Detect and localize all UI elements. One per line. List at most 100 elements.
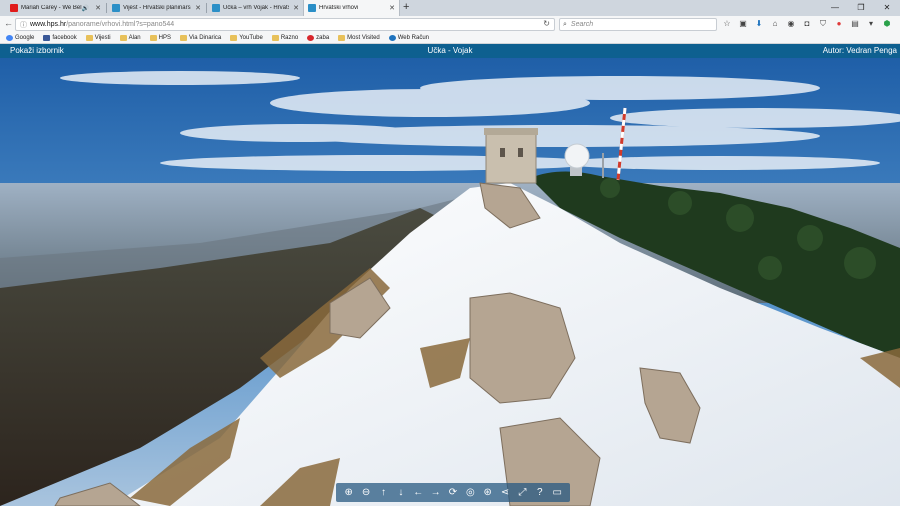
minimize-icon[interactable]: — xyxy=(822,0,848,16)
zoom-in-icon[interactable]: ⊕ xyxy=(342,486,355,499)
bookmark-vijesti[interactable]: Vijesti xyxy=(85,34,111,41)
bookmark-label: Razno xyxy=(280,34,299,41)
autorotate-icon[interactable]: ⟳ xyxy=(446,486,459,499)
folder-icon xyxy=(338,34,346,41)
gyro-icon[interactable]: ◎ xyxy=(464,486,477,499)
navigation-bar: ← ⓘ www.hps.hr /panorame/vrhovi.html?s=p… xyxy=(0,16,900,32)
help-icon[interactable]: ? xyxy=(533,486,546,499)
color-extension-icon[interactable]: ● xyxy=(834,18,844,29)
arrow-down-icon[interactable]: ↓ xyxy=(394,486,407,499)
bookmark-star-icon[interactable]: ☆ xyxy=(722,18,732,29)
shield-icon[interactable]: ⛉ xyxy=(818,18,828,29)
fullscreen-icon[interactable]: ⤢ xyxy=(516,486,529,499)
close-window-icon[interactable]: ✕ xyxy=(874,0,900,16)
search-input[interactable]: ⌕ Search xyxy=(559,18,717,31)
speaker-icon[interactable]: 🔊 xyxy=(82,5,89,12)
extension-icon[interactable]: ◉ xyxy=(786,18,796,29)
reload-icon[interactable]: ↻ xyxy=(543,19,550,28)
info-icon[interactable]: ⓘ xyxy=(20,20,27,30)
google-icon xyxy=(6,34,13,41)
tab-title: Učka – vrh Vojak - Hrvatsk... xyxy=(223,5,289,11)
bookmark-youtube[interactable]: YouTube xyxy=(230,34,263,41)
arrow-left-icon[interactable]: ← xyxy=(412,486,425,499)
panorama-header: Pokaži izbornik Učka - Vojak Autor: Vedr… xyxy=(0,44,900,58)
facebook-icon xyxy=(43,34,51,41)
author-label: Autor: Vedran Penga xyxy=(822,46,897,55)
folder-icon xyxy=(119,34,127,41)
bookmark-web-racun[interactable]: Web Račun xyxy=(388,34,429,41)
folder-icon xyxy=(271,34,279,41)
folder-icon xyxy=(149,34,157,41)
clipboard-icon[interactable]: ▣ xyxy=(738,18,748,29)
maximize-icon[interactable]: ❐ xyxy=(848,0,874,16)
document-icon[interactable]: ▤ xyxy=(850,18,860,29)
tab-1[interactable]: Mariah Carey - We Bel... 🔊 ✕ xyxy=(6,0,105,16)
bookmark-label: zaba xyxy=(316,34,330,41)
tab-title: Hrvatski vrhovi xyxy=(319,5,359,11)
bookmark-alan[interactable]: Alan xyxy=(119,34,141,41)
tab-strip: Mariah Carey - We Bel... 🔊 ✕ Vijest - Hr… xyxy=(0,0,900,16)
search-placeholder: Search xyxy=(570,21,594,28)
url-path: /panorame/vrhovi.html?s=pano544 xyxy=(66,21,175,28)
close-icon[interactable]: ✕ xyxy=(289,4,303,12)
bookmark-label: Web Račun xyxy=(397,34,429,41)
tab-divider xyxy=(206,3,207,13)
hps-icon xyxy=(212,4,220,12)
web-racun-icon xyxy=(388,34,396,41)
tab-title: Mariah Carey - We Bel... xyxy=(21,5,82,11)
url-domain: www.hps.hr xyxy=(30,21,67,28)
bookmark-facebook[interactable]: facebook xyxy=(43,34,77,41)
tab-4-active[interactable]: Hrvatski vrhovi ✕ xyxy=(303,0,400,16)
close-icon[interactable]: ✕ xyxy=(91,4,105,12)
panorama-image[interactable] xyxy=(0,58,900,506)
tab-3[interactable]: Učka – vrh Vojak - Hrvatsk... ✕ xyxy=(208,0,303,16)
toolbar-icons: ☆ ▣ ⬇ ⌂ ◉ ◘ ⛉ ● ▤ ▾ ⬢ ≡ xyxy=(722,18,900,29)
folder-icon xyxy=(85,34,93,41)
tab-title: Vijest - Hrvatski planinarsk... xyxy=(123,5,192,11)
back-icon[interactable]: ← xyxy=(4,18,13,28)
close-icon[interactable]: ✕ xyxy=(191,4,205,12)
adblock-icon[interactable]: ⬢ xyxy=(882,18,892,29)
bookmarks-bar: Google facebook Vijesti Alan HPS Via Din… xyxy=(0,32,900,44)
panorama-controls: ⊕ ⊖ ↑ ↓ ← → ⟳ ◎ ⊛ ⋖ ⤢ ? ▭ xyxy=(336,483,570,502)
home-icon[interactable]: ⌂ xyxy=(770,18,780,29)
share-icon[interactable]: ⋖ xyxy=(499,486,512,499)
bookmark-label: Alan xyxy=(128,34,141,41)
url-bar[interactable]: ⓘ www.hps.hr /panorame/vrhovi.html?s=pan… xyxy=(15,18,555,31)
panorama-viewer[interactable] xyxy=(0,58,900,506)
screen-icon[interactable]: ▭ xyxy=(551,486,564,499)
bookmark-label: Vijesti xyxy=(94,34,111,41)
search-icon: ⌕ xyxy=(563,20,567,28)
download-icon[interactable]: ⬇ xyxy=(754,18,764,29)
bookmark-zaba[interactable]: zaba xyxy=(307,34,330,41)
bookmark-label: Google xyxy=(15,34,35,41)
folder-icon xyxy=(230,34,238,41)
hps-icon xyxy=(112,4,120,12)
tab-2[interactable]: Vijest - Hrvatski planinarsk... ✕ xyxy=(108,0,205,16)
bookmark-label: Via Dinarica xyxy=(188,34,222,41)
globe-icon[interactable]: ⊛ xyxy=(481,486,494,499)
page-title: Učka - Vojak xyxy=(427,46,473,55)
bookmark-google[interactable]: Google xyxy=(6,34,35,41)
arrow-up-icon[interactable]: ↑ xyxy=(377,486,390,499)
new-tab-icon[interactable]: + xyxy=(403,1,409,13)
bookmark-most-visited[interactable]: Most Visited xyxy=(338,34,380,41)
zoom-out-icon[interactable]: ⊖ xyxy=(360,486,373,499)
stone-tower xyxy=(484,128,538,184)
window-controls: — ❐ ✕ xyxy=(822,0,900,16)
bookmark-label: Most Visited xyxy=(347,34,380,41)
tab-divider xyxy=(106,3,107,13)
bookmark-razno[interactable]: Razno xyxy=(271,34,299,41)
bookmark-hps[interactable]: HPS xyxy=(149,34,171,41)
arrow-right-icon[interactable]: → xyxy=(429,486,442,499)
chevron-down-icon[interactable]: ▾ xyxy=(866,18,876,29)
bookmark-label: facebook xyxy=(52,34,77,41)
youtube-icon xyxy=(10,4,18,12)
bookmark-label: HPS xyxy=(158,34,171,41)
hps-icon xyxy=(308,4,316,12)
close-icon[interactable]: ✕ xyxy=(385,4,399,12)
zaba-icon xyxy=(307,34,315,41)
bookmark-via-dinarica[interactable]: Via Dinarica xyxy=(179,34,222,41)
folder-icon xyxy=(179,34,187,41)
pocket-icon[interactable]: ◘ xyxy=(802,18,812,29)
